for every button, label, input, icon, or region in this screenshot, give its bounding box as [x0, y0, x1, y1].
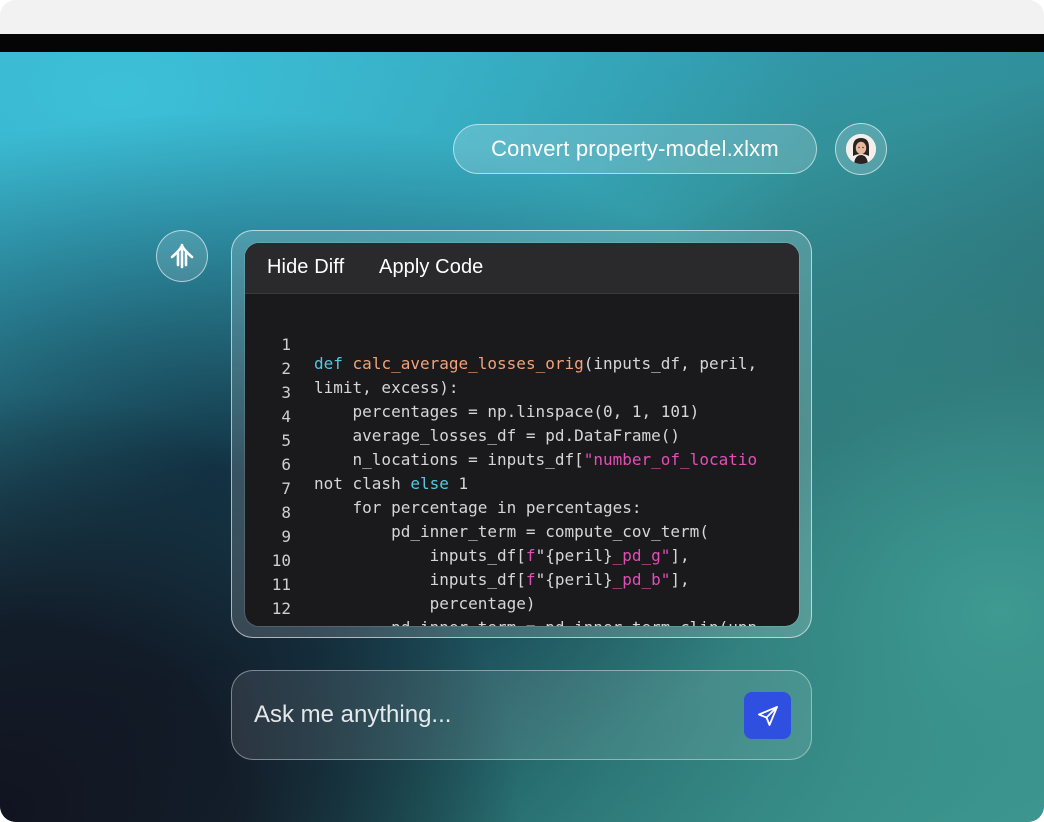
toolbar-strip [0, 34, 1044, 52]
code-line: 13 inputs_df["insurable_pd_usd"] / n_loc… [245, 604, 799, 626]
send-button[interactable] [744, 692, 791, 739]
hide-diff-button[interactable]: Hide Diff [267, 256, 344, 279]
assistant-logo-icon [170, 243, 194, 269]
code-editor[interactable]: 1 def calc_average_losses_orig(inputs_df… [245, 316, 799, 626]
code-line: 10 inputs_df[f"{peril}_pd_b"], [245, 532, 799, 589]
line-number: 13 [259, 623, 291, 626]
user-avatar[interactable] [835, 123, 887, 175]
code-line: 7 for percentage in percentages: [245, 460, 799, 517]
chat-input[interactable] [254, 697, 724, 733]
user-avatar-image [846, 134, 876, 164]
user-message-bubble: Convert property-model.xlxm [453, 124, 817, 174]
code-line: 12 pd_inner_term = pd_inner_term.clip(up… [245, 580, 799, 626]
code-line: 1 def calc_average_losses_orig(inputs_df… [245, 316, 799, 373]
assistant-logo [156, 230, 208, 282]
code-line: 11 percentage) [245, 556, 799, 613]
send-icon [757, 705, 778, 726]
chat-composer [231, 670, 812, 760]
title-bar [0, 0, 1044, 34]
code-line: 4 average_losses_df = pd.DataFrame() [245, 388, 799, 445]
user-message-text: Convert property-model.xlxm [491, 136, 779, 161]
app-window: Convert property-model.xlxm Hide Diff Ap… [0, 0, 1044, 822]
code-line: 5 n_locations = inputs_df["number_of_loc… [245, 412, 799, 469]
code-line: 8 pd_inner_term = compute_cov_term( [245, 484, 799, 541]
apply-code-button[interactable]: Apply Code [379, 256, 483, 279]
code-diff-panel: Hide Diff Apply Code 1 def calc_average_… [245, 243, 799, 626]
code-line: 6 not clash else 1 [245, 436, 799, 493]
code-line: 3 percentages = np.linspace(0, 1, 101) [245, 364, 799, 421]
code-toolbar: Hide Diff Apply Code [245, 243, 799, 294]
code-line: 2 limit, excess): [245, 340, 799, 397]
code-line: 9 inputs_df[f"{peril}_pd_g"], [245, 508, 799, 565]
